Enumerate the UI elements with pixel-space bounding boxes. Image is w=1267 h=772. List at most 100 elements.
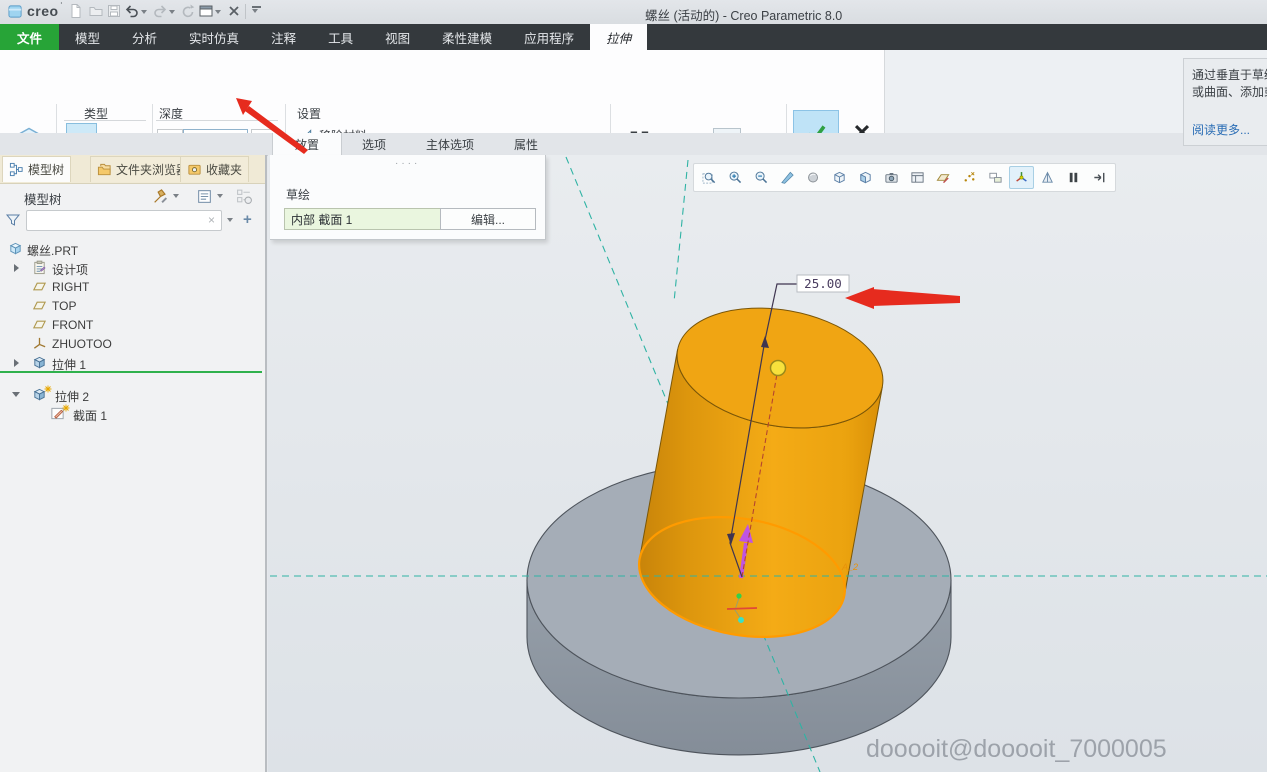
tree-item-label: 螺丝.PRT	[27, 242, 78, 259]
redo-dropdown-icon[interactable]	[169, 10, 175, 14]
3d-scene: A_2	[268, 155, 1267, 772]
graphics-viewport[interactable]: A_2	[268, 155, 1267, 772]
tab-live-simulation[interactable]: 实时仿真	[173, 24, 255, 50]
creo-logo-dot: ˙	[60, 0, 64, 14]
saved-orientations-button[interactable]	[853, 166, 878, 189]
tree-item-part[interactable]: 螺丝.PRT	[0, 239, 265, 258]
tab-body-options[interactable]: 主体选项	[407, 133, 493, 155]
window-dropdown-icon[interactable]	[215, 10, 221, 14]
title-bar: creo˙ 螺丝 (活动的) - Creo Parametric 8.0	[0, 0, 1267, 25]
save-button[interactable]	[106, 3, 123, 20]
depth-dimension-label[interactable]: 25.00	[797, 275, 849, 292]
folder-browser-icon	[97, 162, 112, 177]
tab-placement[interactable]: 放置	[272, 133, 342, 155]
tab-model[interactable]: 模型	[59, 24, 116, 50]
axis-tag-label[interactable]: A_2	[841, 562, 858, 572]
group-underline	[64, 120, 146, 121]
tree-item-csys[interactable]: ZHUOTOO	[0, 334, 265, 353]
tree-filters-dropdown-icon[interactable]	[217, 194, 223, 198]
tree-item-front-plane[interactable]: FRONT	[0, 315, 265, 334]
tree-item-label: 拉伸 2	[55, 388, 89, 405]
tree-item-top-plane[interactable]: TOP	[0, 296, 265, 315]
redo-button[interactable]	[152, 3, 169, 20]
tab-favorites[interactable]: 收藏夹	[180, 156, 249, 182]
spin-center-button[interactable]	[1009, 166, 1034, 189]
tree-tools-icon[interactable]	[152, 188, 169, 205]
view-manager-button[interactable]	[905, 166, 930, 189]
open-button[interactable]	[88, 3, 105, 20]
dimension-value-text[interactable]: 25.00	[804, 276, 842, 291]
close-window-button[interactable]	[226, 3, 243, 20]
tab-extrude[interactable]: 拉伸	[590, 24, 647, 50]
tab-properties[interactable]: 属性	[493, 133, 559, 155]
tree-item-extrude-2[interactable]: 拉伸 2	[0, 385, 265, 404]
zoom-in-button[interactable]	[723, 166, 748, 189]
tag-display-button[interactable]	[983, 166, 1008, 189]
perspective-button[interactable]	[1035, 166, 1060, 189]
undo-button[interactable]	[124, 3, 141, 20]
tree-tools-dropdown-icon[interactable]	[173, 194, 179, 198]
depth-drag-handle[interactable]	[771, 361, 786, 376]
panel-drag-handle[interactable]: ····	[395, 158, 420, 169]
tab-applications[interactable]: 应用程序	[508, 24, 590, 50]
tab-flexible-modeling[interactable]: 柔性建模	[426, 24, 508, 50]
tree-search-input[interactable]	[26, 210, 222, 231]
insert-indicator-line[interactable]	[0, 371, 262, 373]
zoom-region-button[interactable]	[697, 166, 722, 189]
model-tree-icon	[9, 162, 24, 177]
tab-view[interactable]: 视图	[369, 24, 426, 50]
tab-model-tree[interactable]: 模型树	[2, 156, 71, 182]
shading-style-button[interactable]	[801, 166, 826, 189]
navigator-panel: 模型树 文件夹浏览器 收藏夹 模型树 × +	[0, 155, 267, 772]
undo-dropdown-icon[interactable]	[141, 10, 147, 14]
exit-button[interactable]	[1087, 166, 1112, 189]
graphics-toolbar	[693, 163, 1116, 192]
repaint-button[interactable]	[775, 166, 800, 189]
tree-item-extrude-1[interactable]: 拉伸 1	[0, 353, 265, 372]
datum-display-filters-button[interactable]	[931, 166, 956, 189]
pause-button[interactable]	[1061, 166, 1086, 189]
regenerate-button[interactable]	[180, 3, 197, 20]
tooltip-line1: 通过垂直于草绘	[1192, 67, 1267, 84]
display-style-button[interactable]	[827, 166, 852, 189]
zoom-out-button[interactable]	[749, 166, 774, 189]
expander-expanded-icon[interactable]	[12, 392, 20, 397]
design-items-icon	[32, 260, 47, 275]
model-tree-header: 模型树	[0, 183, 265, 209]
tree-filter-row: × +	[0, 209, 265, 237]
read-more-link[interactable]: 阅读更多...	[1192, 121, 1250, 138]
new-file-button[interactable]	[68, 3, 85, 20]
tab-analysis[interactable]: 分析	[116, 24, 173, 50]
ribbon-tab-bar: 文件 模型 分析 实时仿真 注释 工具 视图 柔性建模 应用程序 拉伸	[0, 24, 1267, 50]
tree-item-label: 截面 1	[73, 407, 107, 424]
folder-browser-tab-label: 文件夹浏览器	[116, 161, 188, 178]
edit-sketch-button[interactable]: 编辑...	[440, 208, 536, 230]
feature-tooltip: 通过垂直于草绘 或曲面、添加或 阅读更多...	[1183, 58, 1267, 146]
datum-plane-edge-line[interactable]	[674, 160, 688, 302]
tab-tools[interactable]: 工具	[312, 24, 369, 50]
group-underline	[156, 120, 278, 121]
tab-options[interactable]: 选项	[341, 133, 407, 155]
expander-collapsed-icon[interactable]	[14, 359, 19, 367]
tree-item-right-plane[interactable]: RIGHT	[0, 277, 265, 296]
tree-item-design-items[interactable]: 设计项	[0, 258, 265, 277]
expander-collapsed-icon[interactable]	[14, 264, 19, 272]
extrude-icon	[32, 355, 47, 370]
customize-toolbar-button[interactable]	[252, 9, 258, 13]
extrude-dashboard: 类型 实体 曲面 深度 25.00 封闭端 设置 移	[0, 50, 884, 135]
point-display-button[interactable]	[957, 166, 982, 189]
new-feature-badge-icon	[44, 385, 52, 393]
sketch-reference-field[interactable]: 内部 截面 1	[284, 208, 444, 230]
clear-search-icon[interactable]: ×	[208, 214, 215, 226]
edit-label: 编辑...	[471, 211, 505, 228]
tree-item-section-1[interactable]: 截面 1	[0, 404, 265, 423]
tab-annotate[interactable]: 注释	[255, 24, 312, 50]
datum-plane-icon	[32, 317, 47, 332]
tree-columns-icon[interactable]	[236, 188, 253, 205]
add-filter-button[interactable]: +	[243, 211, 252, 228]
tab-file[interactable]: 文件	[0, 24, 59, 50]
window-switch-button[interactable]	[198, 3, 215, 20]
tree-filters-icon[interactable]	[196, 188, 213, 205]
search-dropdown-icon[interactable]	[227, 218, 233, 222]
screen-capture-button[interactable]	[879, 166, 904, 189]
